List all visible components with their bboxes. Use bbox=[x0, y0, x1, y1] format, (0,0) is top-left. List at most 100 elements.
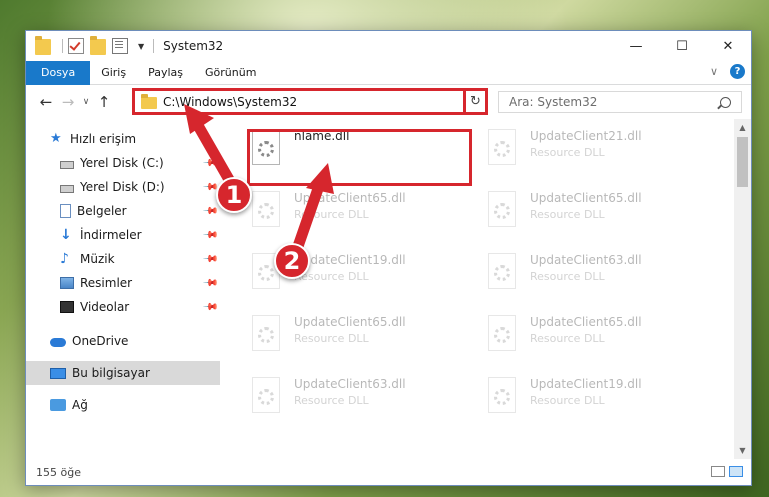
window-controls: — ☐ ✕ bbox=[613, 31, 751, 61]
search-box[interactable]: Ara: System32 bbox=[498, 91, 742, 113]
close-button[interactable]: ✕ bbox=[705, 31, 751, 61]
sidebar-item-music[interactable]: ♪ Müzik 📌 bbox=[26, 247, 220, 271]
file-type: Resource DLL bbox=[294, 332, 369, 345]
tab-dosya[interactable]: Dosya bbox=[26, 60, 91, 85]
file-type: Resource DLL bbox=[530, 270, 605, 283]
drive-icon bbox=[60, 184, 74, 193]
pin-icon[interactable]: 📌 bbox=[201, 299, 218, 316]
scroll-up-arrow-icon[interactable]: ▲ bbox=[734, 119, 751, 136]
file-item[interactable]: UpdateClient65.dll Resource DLL bbox=[486, 315, 716, 373]
address-bar[interactable]: C:\Windows\System32 ∨ bbox=[132, 88, 487, 115]
scrollbar-thumb[interactable] bbox=[737, 137, 748, 187]
window-title: System32 bbox=[163, 39, 224, 53]
drive-icon bbox=[60, 160, 74, 169]
pin-icon[interactable]: 📌 bbox=[201, 203, 218, 220]
sidebar-item-videos[interactable]: Videolar 📌 bbox=[26, 295, 220, 319]
file-type: Resource DLL bbox=[530, 208, 605, 221]
sidebar-item-documents[interactable]: Belgeler 📌 bbox=[26, 199, 220, 223]
file-item[interactable]: UpdateClient63.dll Resource DLL bbox=[250, 377, 480, 435]
sidebar-item-this-pc[interactable]: Bu bilgisayar bbox=[26, 361, 220, 385]
dll-file-icon bbox=[486, 315, 518, 355]
network-icon bbox=[50, 399, 66, 411]
sidebar-item-onedrive[interactable]: OneDrive bbox=[26, 329, 220, 353]
sidebar-item-label: İndirmeler bbox=[80, 228, 142, 242]
file-name: UpdateClient19.dll bbox=[294, 253, 406, 267]
title-bar: ▼ System32 — ☐ ✕ bbox=[26, 31, 751, 61]
refresh-button[interactable]: ↻ bbox=[463, 88, 488, 115]
scroll-down-arrow-icon[interactable]: ▼ bbox=[734, 442, 751, 459]
dll-file-icon bbox=[250, 191, 282, 231]
sidebar-item-network[interactable]: Ağ bbox=[26, 393, 220, 417]
file-type: Resource DLL bbox=[530, 332, 605, 345]
sidebar-item-pictures[interactable]: Resimler 📌 bbox=[26, 271, 220, 295]
dll-file-icon bbox=[486, 253, 518, 293]
help-icon[interactable]: ? bbox=[730, 64, 745, 79]
file-type: Resource DLL bbox=[294, 394, 369, 407]
explorer-window: ▼ System32 — ☐ ✕ Dosya Giriş Paylaş Görü… bbox=[25, 30, 752, 486]
ribbon-tabs: Dosya Giriş Paylaş Görünüm ∨ ? bbox=[26, 60, 751, 85]
status-bar: 155 öğe bbox=[26, 459, 753, 485]
recent-locations-button[interactable]: ∨ bbox=[79, 97, 93, 107]
video-icon bbox=[60, 301, 74, 313]
pin-icon[interactable]: 📌 bbox=[201, 227, 218, 244]
tiles-view-icon[interactable] bbox=[729, 466, 743, 477]
file-name: UpdateClient65.dll bbox=[530, 315, 642, 329]
step-1-badge: 1 bbox=[216, 177, 252, 213]
navigation-bar: ← → ∨ ↑ C:\Windows\System32 ∨ ↻ Ara: Sys… bbox=[26, 85, 751, 119]
tab-paylas[interactable]: Paylaş bbox=[137, 61, 194, 85]
dll-file-icon bbox=[250, 377, 282, 417]
dll-file-icon bbox=[486, 129, 518, 169]
file-item[interactable]: UpdateClient65.dll Resource DLL bbox=[486, 191, 716, 249]
pin-icon[interactable]: 📌 bbox=[201, 275, 218, 292]
sidebar-item-local-disk-d[interactable]: Yerel Disk (D:) 📌 bbox=[26, 175, 220, 199]
tab-gorunum[interactable]: Görünüm bbox=[194, 61, 267, 85]
sidebar-item-label: Yerel Disk (D:) bbox=[80, 180, 165, 194]
sidebar-item-label: Belgeler bbox=[77, 204, 127, 218]
quick-access-toolbar: ▼ System32 bbox=[26, 31, 223, 61]
sidebar-item-quick-access[interactable]: ★ Hızlı erişim bbox=[26, 127, 220, 151]
details-view-icon[interactable] bbox=[711, 466, 725, 477]
list-properties-icon[interactable] bbox=[112, 38, 128, 54]
sidebar-item-label: Resimler bbox=[80, 276, 133, 290]
search-input[interactable]: Ara: System32 bbox=[509, 95, 720, 109]
navigation-pane: ★ Hızlı erişim Yerel Disk (C:) 📌 Yerel D… bbox=[26, 119, 220, 459]
folder-icon[interactable] bbox=[35, 36, 51, 55]
back-button[interactable]: ← bbox=[35, 93, 57, 111]
file-name: UpdateClient63.dll bbox=[530, 253, 642, 267]
maximize-button[interactable]: ☐ bbox=[659, 31, 705, 61]
properties-check-icon[interactable] bbox=[68, 38, 84, 54]
pin-icon[interactable]: 📌 bbox=[201, 155, 218, 172]
new-folder-icon[interactable] bbox=[90, 36, 106, 55]
expand-ribbon-chevron-icon[interactable]: ∨ bbox=[710, 65, 718, 78]
file-item[interactable]: UpdateClient19.dll Resource DLL bbox=[486, 377, 716, 435]
sidebar-item-downloads[interactable]: ↓ İndirmeler 📌 bbox=[26, 223, 220, 247]
search-icon[interactable] bbox=[720, 96, 731, 108]
file-item[interactable]: UpdateClient21.dll Resource DLL bbox=[486, 129, 716, 187]
forward-button[interactable]: → bbox=[57, 93, 79, 111]
up-button[interactable]: ↑ bbox=[93, 93, 115, 111]
file-name: UpdateClient65.dll bbox=[530, 191, 642, 205]
file-name: UpdateClient63.dll bbox=[294, 377, 406, 391]
vertical-scrollbar[interactable]: ▲ ▼ bbox=[734, 119, 751, 459]
file-item[interactable]: UpdateClient63.dll Resource DLL bbox=[486, 253, 716, 311]
toolbar-divider bbox=[153, 39, 155, 53]
toolbar-divider bbox=[62, 39, 63, 53]
file-type: Resource DLL bbox=[530, 146, 605, 159]
dll-file-icon bbox=[486, 377, 518, 417]
file-type: Resource DLL bbox=[294, 208, 369, 221]
address-path[interactable]: C:\Windows\System32 bbox=[163, 95, 466, 109]
sidebar-item-label: Müzik bbox=[80, 252, 115, 266]
content-area: ★ Hızlı erişim Yerel Disk (C:) 📌 Yerel D… bbox=[26, 119, 753, 459]
minimize-button[interactable]: — bbox=[613, 31, 659, 61]
tab-giris[interactable]: Giriş bbox=[90, 61, 137, 85]
customize-toolbar-chevron-icon[interactable]: ▼ bbox=[138, 42, 144, 51]
view-switcher bbox=[707, 466, 743, 477]
cloud-icon bbox=[50, 338, 66, 347]
file-item[interactable]: UpdateClient65.dll Resource DLL bbox=[250, 315, 480, 373]
pin-icon[interactable]: 📌 bbox=[201, 251, 218, 268]
document-icon bbox=[60, 204, 71, 218]
file-item[interactable]: UpdateClient65.dll Resource DLL bbox=[250, 191, 480, 249]
sidebar-item-label: OneDrive bbox=[72, 334, 129, 348]
sidebar-item-local-disk-c[interactable]: Yerel Disk (C:) 📌 bbox=[26, 151, 220, 175]
star-icon: ★ bbox=[50, 131, 62, 146]
